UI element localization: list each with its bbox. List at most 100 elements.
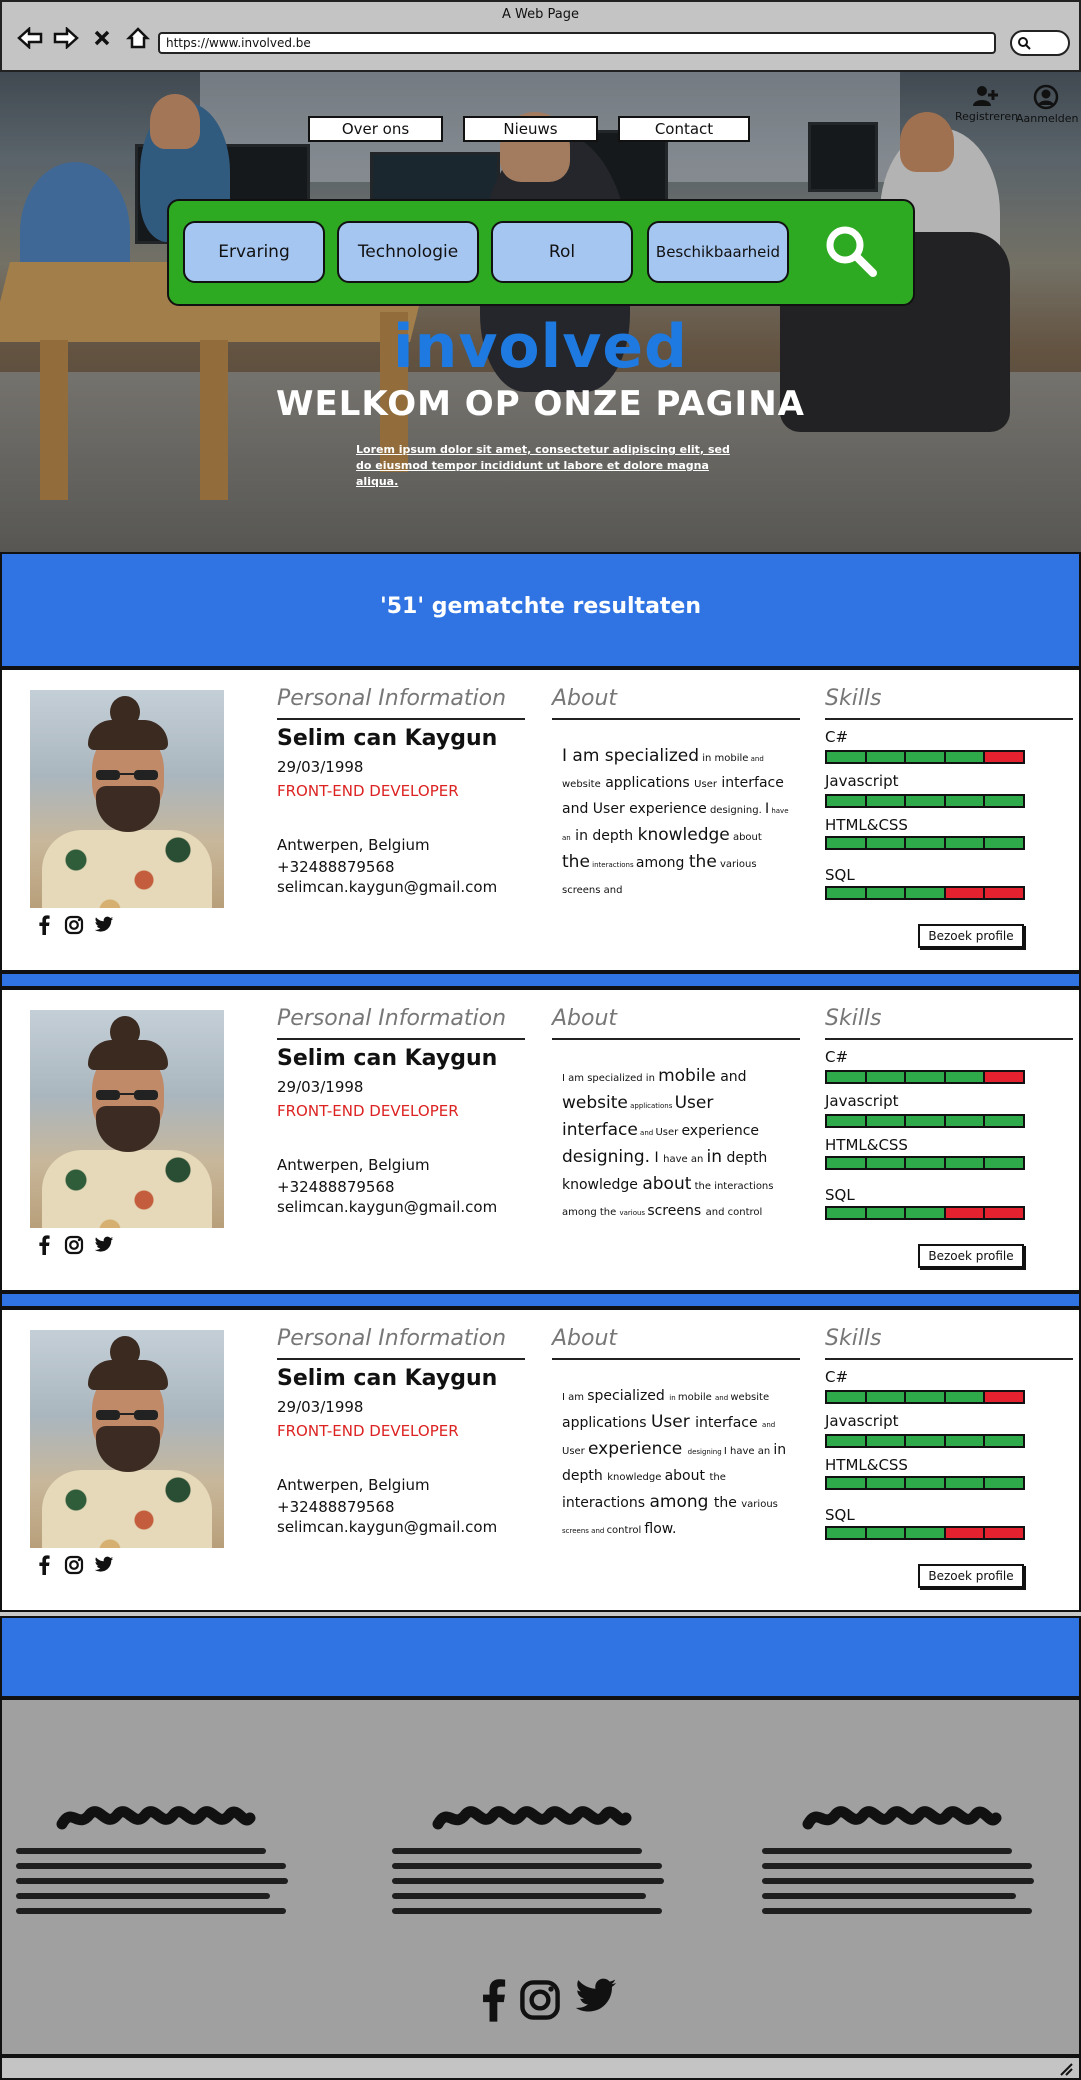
filter-technologie[interactable]: Technologie [337,221,479,283]
skill-bar-segment [866,838,907,848]
skill-bar-segment [906,1116,946,1126]
profile-city: Antwerpen, Belgium [277,1156,430,1174]
skill-bar-segment [945,1528,986,1538]
skills-heading: Skills [825,1006,882,1031]
skill-label: C# [825,728,849,746]
browser-status-bar [0,2056,1081,2080]
filter-rol[interactable]: Rol [491,221,633,283]
resize-handle-icon[interactable] [1059,2062,1073,2076]
skill-label: HTML&CSS [825,816,908,834]
skill-bar [825,1526,1025,1540]
skill-bar [825,750,1025,764]
profile-name: Selim can Kaygun [277,1046,498,1071]
twitter-icon[interactable] [94,1554,114,1576]
instagram-icon[interactable] [64,914,84,936]
profile-card: Personal Information About Skills Selim … [0,988,1081,1292]
instagram-icon[interactable] [64,1554,84,1576]
back-icon[interactable] [16,24,44,52]
skill-bar-segment [945,838,986,848]
user-icon [1033,84,1059,110]
profile-email: selimcan.kaygun@gmail.com [277,878,498,896]
close-icon[interactable] [88,24,116,52]
visit-profile-button[interactable]: Bezoek profile [918,1244,1024,1268]
skill-bar-segment [985,796,1023,806]
twitter-icon[interactable] [94,1234,114,1256]
facebook-icon[interactable] [34,1554,54,1576]
skill-label: HTML&CSS [825,1136,908,1154]
profile-phone: +32488879568 [277,1498,395,1516]
skill-bar-segment [985,1528,1023,1538]
footer-column-title [56,1806,256,1830]
twitter-icon[interactable] [94,914,114,936]
register-label: Registreren [955,110,1019,123]
skill-bar-segment [945,1436,986,1446]
skill-bar [825,1156,1025,1170]
skill-label: HTML&CSS [825,1456,908,1474]
profile-social [34,1554,114,1576]
skill-bar-segment [827,1158,867,1168]
profile-dob: 29/03/1998 [277,1398,364,1416]
facebook-icon[interactable] [34,1234,54,1256]
instagram-icon[interactable] [518,1978,562,2026]
browser-search-input[interactable] [1010,30,1070,56]
skill-bar [825,794,1025,808]
visit-profile-button[interactable]: Bezoek profile [918,1564,1024,1588]
skill-bar-segment [985,1208,1023,1218]
nav-over-ons[interactable]: Over ons [308,116,443,142]
footer-column-title [802,1806,1002,1830]
skill-label: Javascript [825,1092,899,1110]
about-heading: About [552,686,618,711]
nav-nieuws[interactable]: Nieuws [463,116,598,142]
skill-bar-segment [945,1208,986,1218]
browser-chrome: A Web Page https://www.involved.be [0,0,1081,72]
home-icon[interactable] [124,24,152,52]
forward-icon[interactable] [52,24,80,52]
filter-ervaring[interactable]: Ervaring [183,221,325,283]
facebook-icon[interactable] [480,1978,506,2026]
skill-bar-segment [827,1478,867,1488]
skill-bar-segment [985,838,1023,848]
skill-bar-segment [906,1072,946,1082]
nav-contact[interactable]: Contact [618,116,750,142]
profile-social [34,1234,114,1256]
profile-email: selimcan.kaygun@gmail.com [277,1518,498,1536]
twitter-icon[interactable] [574,1978,618,2026]
card-separator [0,1292,1081,1308]
bottom-banner [0,1616,1081,1698]
profile-name: Selim can Kaygun [277,1366,498,1391]
skill-bar-segment [945,1392,986,1402]
profile-phone: +32488879568 [277,858,395,876]
filter-panel: Ervaring Technologie Rol Beschikbaarheid [167,199,915,306]
about-heading: About [552,1006,618,1031]
skills-heading: Skills [825,686,882,711]
profile-card: Personal Information About Skills Selim … [0,668,1081,972]
footer-column-text [16,1848,306,1914]
skill-bar-segment [827,1116,867,1126]
register-button[interactable]: Registreren [955,84,1019,123]
url-bar[interactable]: https://www.involved.be [158,32,996,54]
visit-profile-button[interactable]: Bezoek profile [918,924,1024,948]
filter-beschikbaarheid[interactable]: Beschikbaarheid [647,221,789,283]
skill-bar [825,1206,1025,1220]
skill-bar-segment [866,796,907,806]
browser-nav [16,24,152,52]
skill-bar [825,1434,1025,1448]
about-text: I am specialized in mobile and website a… [562,1388,787,1537]
skill-bar-segment [945,1158,986,1168]
skill-bar-segment [906,838,946,848]
skill-bar [825,1070,1025,1084]
login-label: Aanmelden [1016,112,1079,125]
search-icon[interactable] [819,219,885,285]
profile-dob: 29/03/1998 [277,1078,364,1096]
facebook-icon[interactable] [34,914,54,936]
instagram-icon[interactable] [64,1234,84,1256]
skill-bar-segment [906,1528,946,1538]
skill-bar [825,1476,1025,1490]
profile-role: FRONT-END DEVELOPER [277,1102,459,1120]
about-text: I am specialized in mobile and website a… [562,1066,774,1219]
main-nav: Over ons Nieuws Contact [308,116,750,142]
skill-bar-segment [945,796,986,806]
login-button[interactable]: Aanmelden [1016,84,1079,125]
profile-role: FRONT-END DEVELOPER [277,1422,459,1440]
personal-info-heading: Personal Information [277,1006,507,1031]
